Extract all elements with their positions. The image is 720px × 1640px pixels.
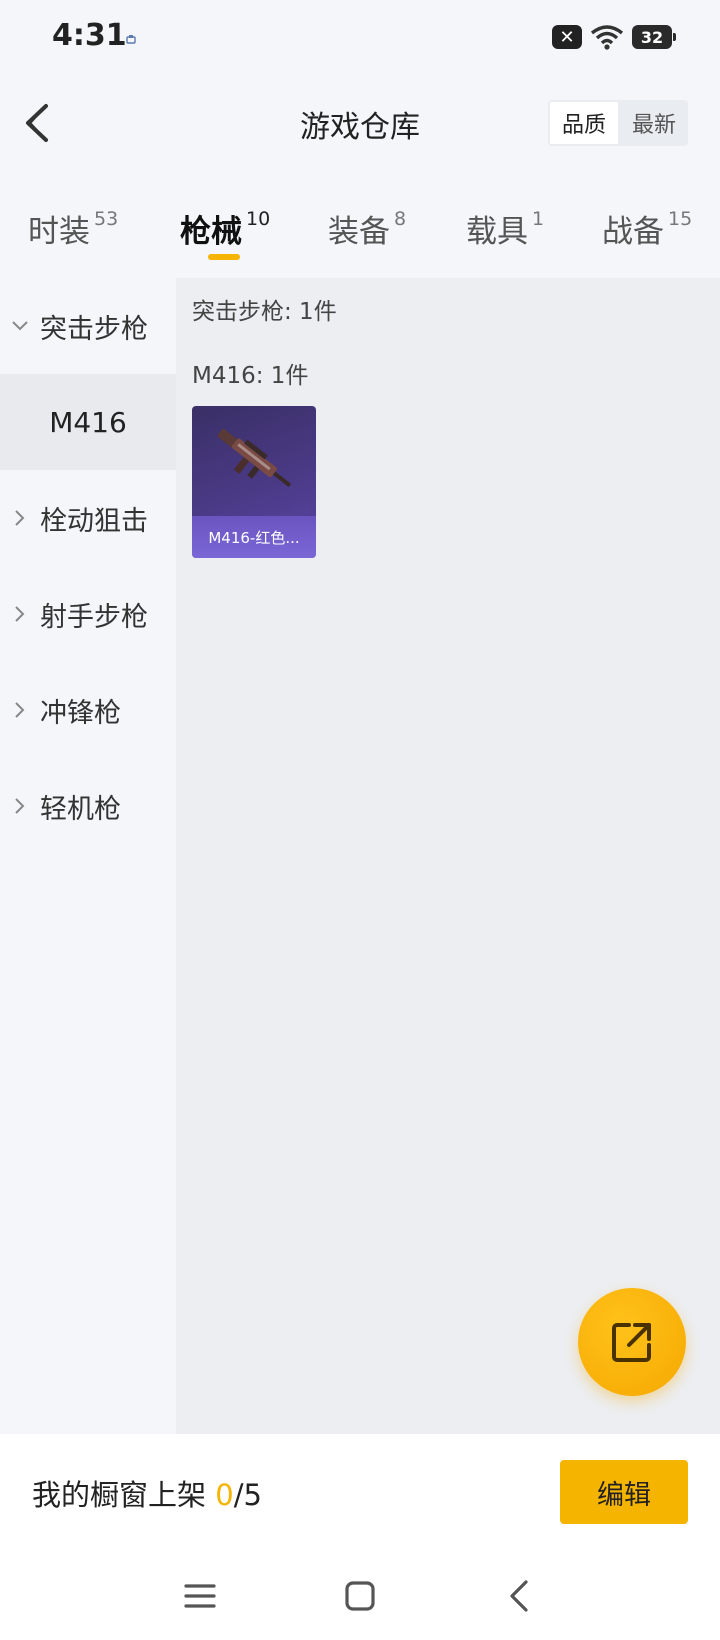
share-icon [612,1323,651,1362]
sidebar-item-assault-rifle[interactable]: 突击步枪 [0,278,176,374]
battery-icon: 32 [632,25,676,49]
tab-equipment[interactable]: 装备 8 [328,206,406,251]
chevron-right-icon [15,702,25,718]
sidebar-item-bolt-sniper[interactable]: 栓动狙击 [0,470,176,566]
tab-vehicles[interactable]: 载具 1 [466,206,544,251]
tab-count: 10 [246,208,271,230]
shelf-current-count: 0 [215,1478,234,1512]
tab-label: 时装 [28,214,90,250]
edit-button[interactable]: 编辑 [560,1460,688,1524]
sidebar-item-label: 栓动狙击 [40,505,148,537]
shelf-total: /5 [233,1478,262,1512]
tab-label: 装备 [328,214,390,250]
sidebar-item-m416[interactable]: M416 [0,374,176,470]
sidebar-item-label: 冲锋枪 [40,697,121,729]
bottom-bar: 我的橱窗上架 0/5 编辑 [0,1434,720,1554]
model-count: M416: 1件 [192,363,309,389]
rifle-icon [217,428,292,488]
tab-label: 枪械 [180,214,242,250]
category-count: 突击步枪: 1件 [192,299,337,325]
wifi-icon [590,25,624,50]
sidebar-item-smg[interactable]: 冲锋枪 [0,662,176,758]
chevron-right-icon [15,510,25,526]
sidebar-item-marksman-rifle[interactable]: 射手步枪 [0,566,176,662]
chevron-down-icon [12,321,28,331]
header: 游戏仓库 品质 最新 [0,80,720,168]
sidebar-item-label: 突击步枪 [40,313,148,345]
home-icon[interactable] [340,1576,380,1616]
sort-toggle: 品质 最新 [548,100,688,146]
menu-icon[interactable] [180,1576,220,1616]
battery-level: 32 [640,27,664,47]
back-icon[interactable] [500,1576,540,1616]
sort-quality-button[interactable]: 品质 [548,100,620,146]
tab-count: 53 [94,208,119,230]
tab-label: 载具 [466,214,528,250]
sidebar: 突击步枪 M416 栓动狙击 射手步枪 冲锋枪 轻机枪 [0,278,176,1434]
category-tabs: 时装 53 枪械 10 装备 8 载具 1 战备 15 [0,196,720,278]
shelf-status: 我的橱窗上架 0/5 [32,1472,262,1514]
share-button[interactable] [578,1288,686,1396]
item-card[interactable]: M416-红色... [192,406,316,558]
chevron-right-icon [15,798,25,814]
sidebar-item-label: 轻机枪 [40,793,121,825]
status-time: 4:31 [52,18,127,53]
shelf-label: 我的橱窗上架 [32,1478,207,1512]
tab-count: 15 [668,208,693,230]
sidebar-item-label: M416 [49,405,127,439]
tab-count: 1 [532,208,545,230]
sidebar-item-label: 射手步枪 [40,601,148,633]
close-notification-icon: ✕ [552,25,582,49]
tab-guns[interactable]: 枪械 10 [180,206,270,251]
notification-icon [126,35,136,44]
chevron-right-icon [15,606,25,622]
tab-supplies[interactable]: 战备 15 [602,206,692,251]
system-nav-bar [0,1554,720,1640]
tab-label: 战备 [602,214,664,250]
tab-fashion[interactable]: 时装 53 [28,206,118,251]
item-name: M416-红色... [192,516,316,558]
sidebar-item-lmg[interactable]: 轻机枪 [0,758,176,854]
active-tab-indicator [208,254,240,260]
status-bar: 4:31 ✕ 32 [0,0,720,80]
sort-newest-button[interactable]: 最新 [620,100,688,146]
tab-count: 8 [394,208,407,230]
item-grid-panel: 突击步枪: 1件 M416: 1件 M416-红色... [176,278,720,1434]
